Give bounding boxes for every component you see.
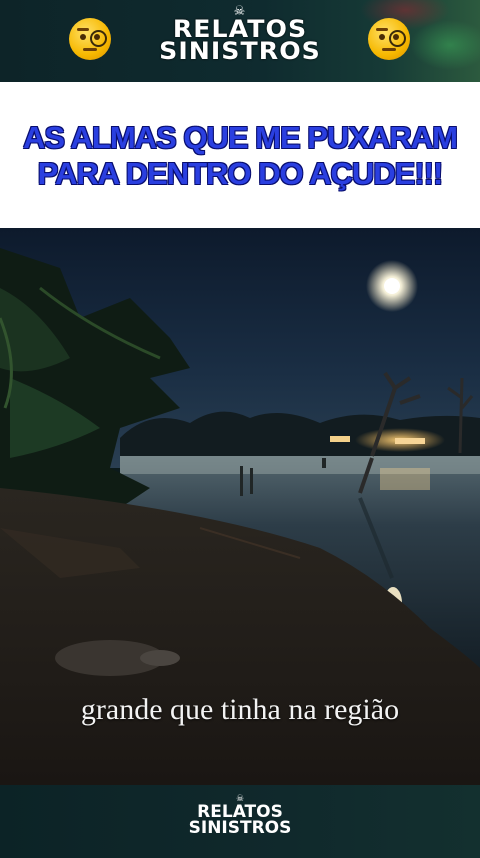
title-line2: PARA DENTRO DO AÇUDE!!!: [37, 156, 444, 191]
title-line1: AS ALMAS QUE ME PUXARAM: [23, 120, 458, 155]
relatos-sinistros-logo-small: ☠ RELATOS SINISTROS: [180, 795, 300, 838]
relatos-sinistros-logo: ☠ RELATOS SINISTROS: [150, 5, 330, 72]
title-panel: AS ALMAS QUE ME PUXARAM PARA DENTRO DO A…: [0, 82, 480, 228]
logo-line2: SINISTROS: [159, 37, 321, 65]
bottom-banner: ☠ RELATOS SINISTROS: [0, 785, 480, 858]
top-banner: ☠ RELATOS SINISTROS: [0, 0, 480, 82]
monocle-face-icon: [69, 18, 111, 60]
video-title: AS ALMAS QUE ME PUXARAM PARA DENTRO DO A…: [0, 120, 480, 192]
video-caption: grande que tinha na região: [80, 693, 400, 726]
footer-logo-line2: SINISTROS: [188, 818, 292, 838]
video-frame[interactable]: grande que tinha na região: [0, 228, 480, 785]
banner-glow-green: [410, 20, 480, 70]
monocle-face-icon: [368, 18, 410, 60]
